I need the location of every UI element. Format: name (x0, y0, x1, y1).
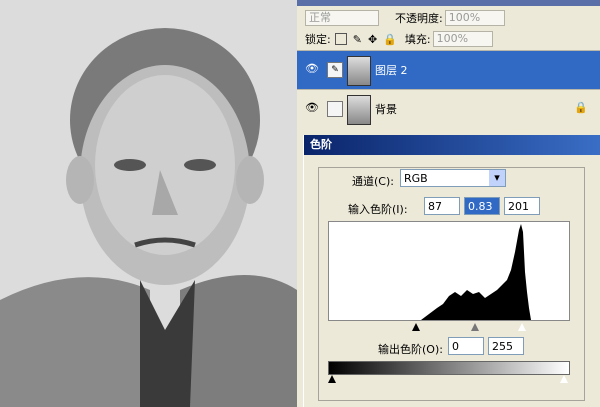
eye-icon[interactable]: 👁 (303, 101, 321, 115)
blend-mode-select[interactable]: 正常 (305, 10, 379, 26)
channel-select[interactable]: RGB ▾ (400, 169, 506, 187)
layer-name: 图层 2 (375, 64, 408, 77)
input-black-field[interactable]: 87 (424, 197, 460, 215)
fill-field[interactable]: 100% (432, 31, 493, 47)
output-gradient (328, 361, 570, 375)
input-white-field[interactable]: 201 (504, 197, 540, 215)
output-white-field[interactable]: 255 (488, 337, 524, 355)
output-levels-label: 输出色阶(O): (378, 343, 443, 356)
fill-label: 填充: (404, 33, 431, 46)
input-gamma-slider[interactable] (471, 323, 479, 331)
input-levels-label: 输入色阶(I): (348, 203, 408, 216)
chevron-down-icon[interactable]: ▾ (489, 170, 505, 186)
input-slider-track (328, 321, 568, 333)
portrait-image (0, 0, 297, 407)
dialog-title: 色阶 (304, 135, 600, 155)
lock-all-icon[interactable]: 🔒 (383, 33, 397, 46)
histogram (328, 221, 570, 321)
brush-icon[interactable]: ✎ (327, 62, 343, 78)
input-white-slider[interactable] (518, 323, 526, 331)
layer-lock-icon: 🔒 (574, 101, 588, 114)
lock-brush-icon[interactable]: ✎ (353, 33, 362, 46)
photo-canvas (0, 0, 297, 407)
lock-move-icon[interactable]: ✥ (368, 33, 377, 46)
channel-label: 通道(C): (352, 175, 394, 188)
panel-tabstrip (297, 0, 600, 6)
opacity-field[interactable]: 100% (444, 10, 505, 26)
layer-name: 背景 (375, 103, 397, 116)
output-black-slider[interactable] (328, 375, 336, 383)
blend-row: 正常 不透明度: 100% (297, 8, 600, 28)
lock-label: 锁定: (305, 33, 331, 46)
output-white-slider[interactable] (560, 375, 568, 383)
brush-empty-icon[interactable] (327, 101, 343, 117)
lock-transparency-icon[interactable] (334, 33, 347, 45)
input-black-slider[interactable] (412, 323, 420, 331)
layer-row-background[interactable]: 👁 背景 🔒 (297, 89, 600, 128)
eye-icon[interactable]: 👁 (303, 62, 321, 76)
layer-thumbnail (347, 95, 371, 125)
lock-row: 锁定: ✎ ✥ 🔒 填充: 100% (297, 29, 600, 49)
layer-thumbnail (347, 56, 371, 86)
opacity-label: 不透明度: (395, 12, 443, 25)
histogram-graph (421, 224, 531, 320)
output-slider-track (328, 375, 568, 387)
layer-row-2[interactable]: 👁 ✎ 图层 2 (297, 50, 600, 89)
output-black-field[interactable]: 0 (448, 337, 484, 355)
input-gamma-field[interactable]: 0.83 (464, 197, 500, 215)
channel-value: RGB (404, 172, 428, 185)
levels-dialog: 色阶 通道(C): RGB ▾ 输入色阶(I): 87 0.83 201 输出色… (303, 135, 600, 407)
